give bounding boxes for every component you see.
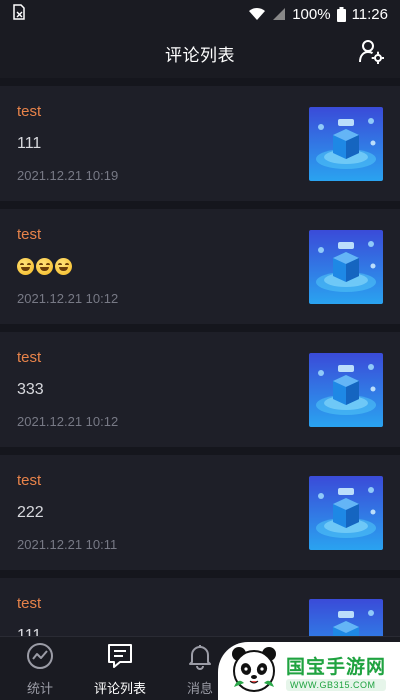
watermark-text: 国宝手游网 WWW.GB315.COM xyxy=(286,652,387,691)
comment-thumbnail[interactable] xyxy=(309,107,383,181)
comment-author: test xyxy=(17,472,42,489)
nav-label: 统计 xyxy=(26,680,53,696)
status-bar: 100% 11:26 xyxy=(0,0,400,28)
app-header: 评论列表 xyxy=(0,28,400,78)
chart-line-icon xyxy=(26,642,54,675)
comment-time: 2021.12.21 10:19 xyxy=(17,168,119,183)
comment-text: 333 xyxy=(17,381,44,398)
comment-icon xyxy=(106,642,134,675)
comment-item[interactable]: test 2021.12.21 10:12 xyxy=(0,209,400,324)
comment-time: 2021.12.21 10:11 xyxy=(17,537,118,552)
comment-time: 2021.12.21 10:12 xyxy=(17,291,119,306)
site-watermark: 国宝手游网 WWW.GB315.COM xyxy=(218,642,400,700)
status-left xyxy=(12,4,26,24)
clock: 11:26 xyxy=(351,5,388,23)
battery-icon xyxy=(336,6,346,22)
thumbnail-image xyxy=(309,353,383,427)
comment-author: test xyxy=(17,595,42,612)
battery-percent: 100% xyxy=(292,5,331,23)
watermark-url: WWW.GB315.COM xyxy=(286,678,387,691)
thumbnail-image xyxy=(309,107,383,181)
comment-item[interactable]: test 222 2021.12.21 10:11 xyxy=(0,455,400,570)
comment-author: test xyxy=(17,103,42,120)
comment-time: 2021.12.21 10:12 xyxy=(17,414,119,429)
comment-thumbnail[interactable] xyxy=(309,353,383,427)
nav-label: 评论列表 xyxy=(93,680,146,696)
app-screen: 100% 11:26 评论列表 test 111 2021.12.21 10:1… xyxy=(0,0,400,700)
thumbnail-image xyxy=(309,476,383,550)
signal-icon xyxy=(272,7,286,21)
comment-author: test xyxy=(17,226,42,243)
status-right: 100% 11:26 xyxy=(248,6,388,23)
panda-logo-icon xyxy=(228,643,280,700)
comment-item[interactable]: test 111 2021.12.21 10:19 xyxy=(0,86,400,201)
emoji-group xyxy=(17,258,72,275)
page-title: 评论列表 xyxy=(165,45,235,65)
nav-tab-comments[interactable]: 评论列表 xyxy=(80,637,160,700)
comment-emoji-row xyxy=(17,258,72,280)
user-settings-button[interactable] xyxy=(356,38,386,68)
wifi-icon xyxy=(248,7,266,21)
comment-list: test 111 2021.12.21 10:19 test 2021.12.2… xyxy=(0,86,400,700)
comment-text: 222 xyxy=(17,504,44,521)
grinning-face-icon xyxy=(36,258,53,275)
grinning-face-icon xyxy=(55,258,72,275)
thumbnail-image xyxy=(309,230,383,304)
bell-icon xyxy=(186,642,214,675)
nav-tab-stats[interactable]: 统计 xyxy=(0,637,80,700)
comment-author: test xyxy=(17,349,42,366)
comment-thumbnail[interactable] xyxy=(309,230,383,304)
sim-card-icon xyxy=(12,4,26,24)
comment-item[interactable]: test 333 2021.12.21 10:12 xyxy=(0,332,400,447)
nav-label: 消息 xyxy=(186,680,213,696)
comment-text: 111 xyxy=(17,135,42,152)
comment-thumbnail[interactable] xyxy=(309,476,383,550)
user-gear-icon xyxy=(358,38,385,69)
grinning-face-icon xyxy=(17,258,34,275)
watermark-title: 国宝手游网 xyxy=(286,656,387,678)
